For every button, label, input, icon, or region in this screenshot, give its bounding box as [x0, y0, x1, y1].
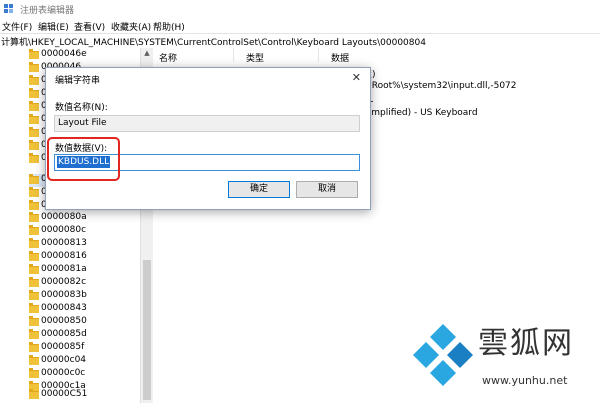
- value-name-field: Layout File: [54, 115, 360, 132]
- highlight-annotation-box: [47, 137, 120, 181]
- tree-item[interactable]: 0000081a: [29, 264, 139, 277]
- address-path[interactable]: 计算机\HKEY_LOCAL_MACHINE\SYSTEM\CurrentCon…: [1, 35, 426, 48]
- folder-icon: [29, 389, 39, 399]
- folder-icon: [29, 140, 39, 150]
- value-row-data[interactable]: Simplified) - US Keyboard: [363, 108, 478, 118]
- tree-item[interactable]: 00000816: [29, 251, 139, 264]
- folder-icon: [29, 290, 39, 300]
- folder-icon: [29, 49, 39, 59]
- tree-item[interactable]: 0000083b: [29, 290, 139, 303]
- folder-icon: [29, 174, 39, 184]
- folder-icon: [29, 153, 39, 163]
- folder-icon: [29, 355, 39, 365]
- tree-item[interactable]: 0000046e: [29, 49, 139, 62]
- tree-item[interactable]: 00000850: [29, 316, 139, 329]
- folder-icon: [29, 251, 39, 261]
- value-name-text: Layout File: [58, 118, 107, 128]
- diamond-logo-icon: [413, 324, 473, 386]
- folder-icon: [29, 75, 39, 85]
- tree-item[interactable]: 0000085d: [29, 329, 139, 342]
- folder-icon: [29, 342, 39, 352]
- scroll-up-arrow-icon[interactable]: ▲: [143, 50, 151, 57]
- title-bar: 注册表编辑器: [0, 0, 600, 17]
- menu-bar: 文件(F) 编辑(E) 查看(V) 收藏夹(A) 帮助(H): [0, 17, 600, 33]
- folder-icon: [29, 200, 39, 210]
- column-divider[interactable]: [233, 48, 234, 62]
- watermark-logo: 雲狐网 www.yunhu.net: [410, 312, 600, 403]
- address-bar[interactable]: 计算机\HKEY_LOCAL_MACHINE\SYSTEM\CurrentCon…: [0, 33, 600, 49]
- scrollbar-thumb[interactable]: [143, 260, 151, 400]
- value-row-data[interactable]: mRoot%\system32\input.dll,-5072: [363, 81, 517, 91]
- tree-item[interactable]: 0000080a: [29, 212, 139, 225]
- watermark-url: www.yunhu.net: [482, 374, 568, 387]
- folder-icon: [29, 114, 39, 124]
- tree-item[interactable]: 00000C51: [29, 389, 139, 402]
- folder-icon: [29, 62, 39, 72]
- tree-item[interactable]: 00000843: [29, 303, 139, 316]
- menu-favorites[interactable]: 收藏夹(A): [111, 20, 151, 33]
- ok-button[interactable]: 确定: [228, 181, 290, 198]
- folder-icon: [29, 212, 39, 222]
- folder-icon: [29, 88, 39, 98]
- tree-item[interactable]: 00000813: [29, 238, 139, 251]
- folder-icon: [29, 264, 39, 274]
- tree-item[interactable]: 00000c0c: [29, 368, 139, 381]
- column-header-data[interactable]: 数据: [331, 51, 349, 64]
- window-title: 注册表编辑器: [20, 6, 75, 16]
- tree-item[interactable]: 0000080c: [29, 225, 139, 238]
- folder-icon: [29, 225, 39, 235]
- folder-icon: [29, 303, 39, 313]
- tree-item[interactable]: 0000085f: [29, 342, 139, 355]
- column-divider[interactable]: [318, 48, 319, 62]
- folder-icon: [29, 127, 39, 137]
- close-icon[interactable]: ✕: [352, 71, 361, 84]
- folder-icon: [29, 187, 39, 197]
- folder-icon: [29, 101, 39, 111]
- folder-icon: [29, 238, 39, 248]
- watermark-brand: 雲狐网: [478, 326, 574, 361]
- menu-help[interactable]: 帮助(H): [153, 20, 185, 33]
- folder-icon: [29, 277, 39, 287]
- folder-icon: [29, 316, 39, 326]
- value-name-label: 数值名称(N):: [55, 103, 108, 113]
- tree-item[interactable]: 0000082c: [29, 277, 139, 290]
- menu-file[interactable]: 文件(F): [2, 20, 32, 33]
- registry-editor-icon: [4, 4, 13, 13]
- column-header-type[interactable]: 类型: [246, 51, 264, 64]
- dialog-title: 编辑字符串: [55, 76, 101, 86]
- menu-view[interactable]: 查看(V): [74, 20, 105, 33]
- cancel-button[interactable]: 取消: [296, 181, 358, 198]
- folder-icon: [29, 368, 39, 378]
- column-header-name[interactable]: 名称: [159, 51, 177, 64]
- tree-item[interactable]: 00000c04: [29, 355, 139, 368]
- menu-edit[interactable]: 编辑(E): [38, 20, 69, 33]
- folder-icon: [29, 329, 39, 339]
